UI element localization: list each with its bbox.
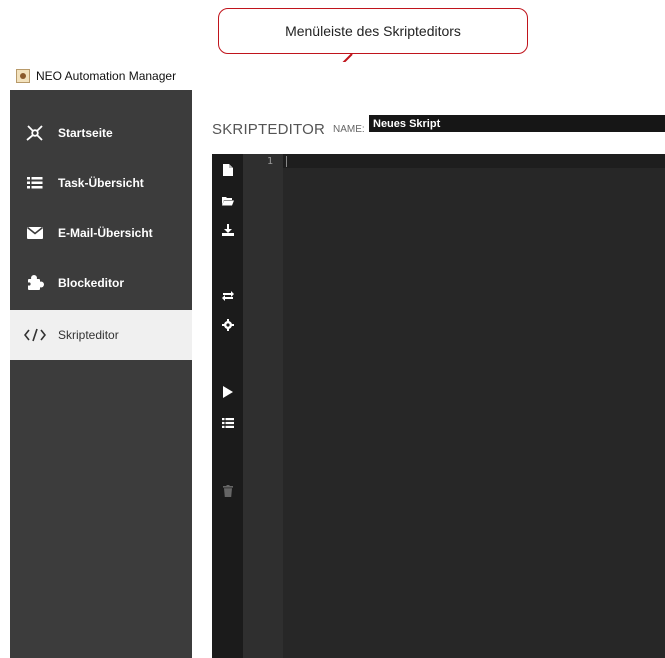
script-editor: 1	[212, 154, 665, 658]
window-title: NEO Automation Manager	[36, 69, 177, 83]
page-title: SKRIPTEDITOR	[212, 120, 325, 138]
app-logo-icon	[16, 69, 30, 83]
code-icon	[24, 328, 46, 342]
list-icon	[24, 176, 46, 190]
save-download-button[interactable]	[212, 218, 243, 246]
open-file-button[interactable]	[212, 188, 243, 216]
name-label: NAME:	[332, 123, 365, 135]
sidebar-item-email-uebersicht[interactable]: E-Mail-Übersicht	[10, 208, 192, 258]
script-name-input[interactable]	[369, 115, 665, 132]
run-button[interactable]	[212, 380, 243, 408]
sidebar-item-label: Startseite	[58, 126, 113, 140]
refresh-icon	[221, 288, 234, 306]
text-cursor	[286, 156, 287, 167]
new-file-button[interactable]	[212, 158, 243, 186]
code-editor-area[interactable]	[283, 154, 665, 658]
open-folder-icon	[221, 193, 234, 211]
output-list-button[interactable]	[212, 410, 243, 438]
editor-header: SKRIPTEDITOR NAME:	[212, 119, 369, 139]
app-window: NEO Automation Manager Startseite Task-Ü…	[10, 62, 665, 658]
sidebar: Startseite Task-Übersicht E-Mail-Übersic…	[10, 90, 192, 658]
settings-button[interactable]	[212, 313, 243, 341]
sidebar-item-label: E-Mail-Übersicht	[58, 226, 153, 240]
sidebar-item-task-uebersicht[interactable]: Task-Übersicht	[10, 158, 192, 208]
sidebar-item-startseite[interactable]: Startseite	[10, 108, 192, 158]
annotation-callout: Menüleiste des Skripteditors	[218, 8, 528, 54]
envelope-icon	[24, 227, 46, 239]
callout-text: Menüleiste des Skripteditors	[285, 23, 461, 39]
sidebar-item-label: Blockeditor	[58, 276, 125, 290]
download-icon	[221, 223, 234, 241]
active-line-highlight	[283, 154, 665, 168]
list-icon	[221, 415, 234, 433]
title-bar: NEO Automation Manager	[10, 62, 665, 90]
editor-toolbar	[212, 154, 243, 658]
new-file-icon	[222, 163, 233, 181]
trash-icon	[222, 484, 233, 502]
play-icon	[222, 385, 233, 403]
refresh-button[interactable]	[212, 283, 243, 311]
delete-button[interactable]	[212, 479, 243, 507]
gear-icon	[221, 318, 234, 336]
sidebar-item-blockeditor[interactable]: Blockeditor	[10, 258, 192, 308]
sidebar-item-skripteditor[interactable]: Skripteditor	[10, 310, 192, 360]
line-number: 1	[266, 156, 273, 167]
puzzle-icon	[24, 274, 46, 292]
sidebar-item-label: Skripteditor	[58, 328, 119, 342]
network-icon	[24, 124, 46, 142]
line-number-gutter	[243, 154, 283, 658]
sidebar-item-label: Task-Übersicht	[58, 176, 144, 190]
